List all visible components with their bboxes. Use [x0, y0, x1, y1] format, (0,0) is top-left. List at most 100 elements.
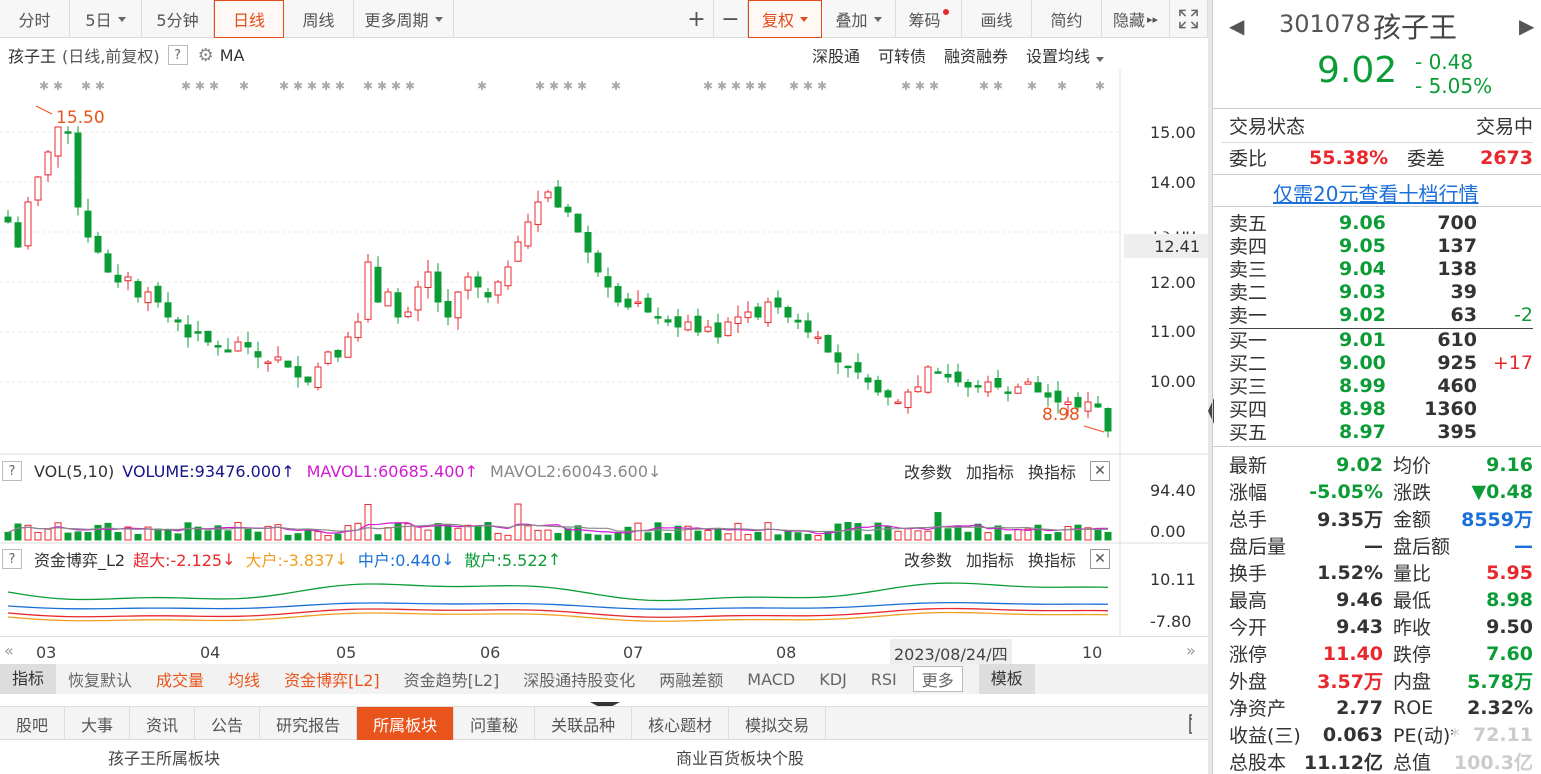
volume-bar — [254, 531, 262, 541]
volume-bar — [694, 530, 702, 541]
ma-label[interactable]: MA — [220, 46, 245, 65]
candle-body — [714, 322, 722, 338]
ask-row[interactable]: 卖三 9.04 138 — [1229, 257, 1533, 282]
link-sgt[interactable]: 深股通 — [812, 43, 860, 67]
fuquan-dropdown[interactable]: 复权 — [748, 0, 822, 38]
tab-margin-diff[interactable]: 两融差额 — [647, 667, 735, 691]
tab-volume[interactable]: 成交量 — [144, 667, 216, 691]
chip-button[interactable]: 筹码 — [896, 0, 962, 38]
quote-panel: ◀ 301078 孩子王 ▶ 9.02 - 0.48 - 5.05% 交易状态 交… — [1212, 0, 1541, 774]
tab-core-theme[interactable]: 核心题材 — [632, 707, 730, 740]
template-button[interactable]: 模板 — [978, 664, 1035, 694]
draw-line-button[interactable]: 画线 — [962, 0, 1032, 38]
download-icon[interactable] — [1172, 707, 1208, 740]
tab-rsi[interactable]: RSI — [859, 670, 909, 689]
add-indicator-button[interactable]: 加指标 — [966, 547, 1014, 571]
link-convertible[interactable]: 可转债 — [878, 43, 926, 67]
stat-row: 最新 9.02 均价 9.16 — [1229, 453, 1533, 478]
ask-row[interactable]: 卖二 9.03 39 — [1229, 280, 1533, 305]
candle-body — [454, 291, 462, 319]
cursor-date: 2023/08/24/四 — [890, 639, 1012, 667]
ask-row[interactable]: 卖四 9.05 137 — [1229, 234, 1533, 259]
event-marker-icon: ✱ — [611, 79, 621, 93]
hide-button[interactable]: 隐藏 ▸▸ — [1102, 0, 1170, 38]
tab-sgt-holding[interactable]: 深股通持股变化 — [511, 667, 647, 691]
link-margin[interactable]: 融资融券 — [944, 43, 1008, 67]
prev-stock-icon[interactable]: ◀ — [1229, 14, 1244, 38]
stat-row: 涨停 11.40 跌停 7.60 — [1229, 642, 1533, 667]
tab-fund-trend[interactable]: 资金趋势[L2] — [392, 667, 512, 691]
overlay-dropdown[interactable]: 叠加 — [822, 0, 896, 38]
change-params-button[interactable]: 改参数 — [904, 459, 952, 483]
more-button[interactable]: 更多 — [912, 666, 963, 692]
gear-icon[interactable]: ⚙ — [198, 45, 214, 66]
more-periods-dropdown[interactable]: 更多周期 — [354, 0, 454, 38]
level2-promo-link[interactable]: 仅需20元查看十档行情 — [1273, 178, 1478, 207]
ytick: 15.00 — [1150, 123, 1196, 142]
low-price-label: 8.98 — [1042, 405, 1080, 425]
info-tabs: 股吧 大事 资讯 公告 研究报告 所属板块 问董秘 关联品种 核心题材 模拟交易 — [0, 706, 1208, 740]
candle-body — [414, 286, 422, 311]
candle-body — [894, 401, 902, 404]
candle-body — [1044, 392, 1052, 398]
simple-mode-button[interactable]: 简约 — [1032, 0, 1102, 38]
tab-related[interactable]: 关联品种 — [535, 707, 633, 740]
stat-row: 净资产 2.77 ROE 2.32% — [1229, 696, 1533, 721]
help-icon[interactable]: ? — [2, 549, 22, 569]
close-icon[interactable]: ✕ — [1090, 549, 1110, 569]
scroll-right-icon[interactable]: » — [1186, 641, 1196, 660]
volume-bar — [574, 525, 582, 541]
bid-row[interactable]: 买三 8.99 460 — [1229, 374, 1533, 399]
time-axis[interactable]: « 03 04 05 06 07 08 2023/08/24/四 10 » — [0, 636, 1208, 667]
tab-macd[interactable]: MACD — [735, 670, 807, 689]
next-stock-icon[interactable]: ▶ — [1519, 14, 1534, 38]
fullscreen-icon[interactable] — [1170, 0, 1208, 38]
bid-row[interactable]: 买一 9.01 610 — [1229, 328, 1533, 353]
tab-guba[interactable]: 股吧 — [0, 707, 66, 740]
event-marker-icon: ✱ — [803, 79, 813, 93]
volume-bar — [394, 523, 402, 541]
change-params-button[interactable]: 改参数 — [904, 547, 952, 571]
tab-announcement[interactable]: 公告 — [195, 707, 261, 740]
bid-row[interactable]: 买五 8.97 395 — [1229, 420, 1533, 445]
tab-indicator[interactable]: 指标 — [0, 664, 57, 694]
tab-ask-board[interactable]: 问董秘 — [454, 707, 536, 740]
candle-body — [1104, 407, 1112, 432]
candle-body — [484, 292, 492, 298]
help-icon[interactable]: ? — [2, 461, 22, 481]
candle-body — [164, 302, 172, 318]
volume-bar — [174, 533, 182, 541]
tab-sim-trade[interactable]: 模拟交易 — [729, 707, 827, 740]
close-icon[interactable]: ✕ — [1090, 461, 1110, 481]
tab-events[interactable]: 大事 — [65, 707, 131, 740]
tab-sectors[interactable]: 所属板块 — [357, 707, 455, 740]
switch-indicator-button[interactable]: 换指标 — [1028, 459, 1076, 483]
tab-weekly[interactable]: 周线 — [284, 0, 354, 38]
tab-ma[interactable]: 均线 — [216, 667, 272, 691]
collapse-handle-icon[interactable] — [590, 695, 620, 710]
ma-settings-dropdown[interactable]: 设置均线 — [1026, 43, 1104, 67]
switch-indicator-button[interactable]: 换指标 — [1028, 547, 1076, 571]
tab-research[interactable]: 研究报告 — [260, 707, 358, 740]
tab-news[interactable]: 资讯 — [130, 707, 196, 740]
event-marker-icon: ✱ — [757, 79, 767, 93]
zoom-in-button[interactable]: + — [680, 0, 714, 38]
scroll-left-icon[interactable]: « — [4, 641, 14, 660]
tab-5day[interactable]: 5日 — [70, 0, 142, 38]
add-indicator-button[interactable]: 加指标 — [966, 459, 1014, 483]
tab-kdj[interactable]: KDJ — [807, 670, 859, 689]
bid-row[interactable]: 买二 9.00 925 +17 — [1229, 351, 1533, 376]
help-icon[interactable]: ? — [167, 45, 188, 65]
ask-row[interactable]: 卖五 9.06 700 — [1229, 211, 1533, 236]
zoom-out-button[interactable]: − — [714, 0, 748, 38]
bid-row[interactable]: 买四 8.98 1360 — [1229, 397, 1533, 422]
volume-bar — [984, 532, 992, 541]
tab-5min[interactable]: 5分钟 — [142, 0, 214, 38]
volume-bar — [734, 522, 742, 541]
tab-reset[interactable]: 恢复默认 — [56, 667, 144, 691]
tab-daily[interactable]: 日线 — [214, 0, 284, 38]
tab-fenshi[interactable]: 分时 — [0, 0, 70, 38]
tab-fund-game[interactable]: 资金博弈[L2] — [272, 667, 392, 691]
stat-row: 总手 9.35万 金额 8559万 — [1229, 507, 1533, 531]
ask-row[interactable]: 卖一 9.02 63 -2 — [1229, 303, 1533, 328]
